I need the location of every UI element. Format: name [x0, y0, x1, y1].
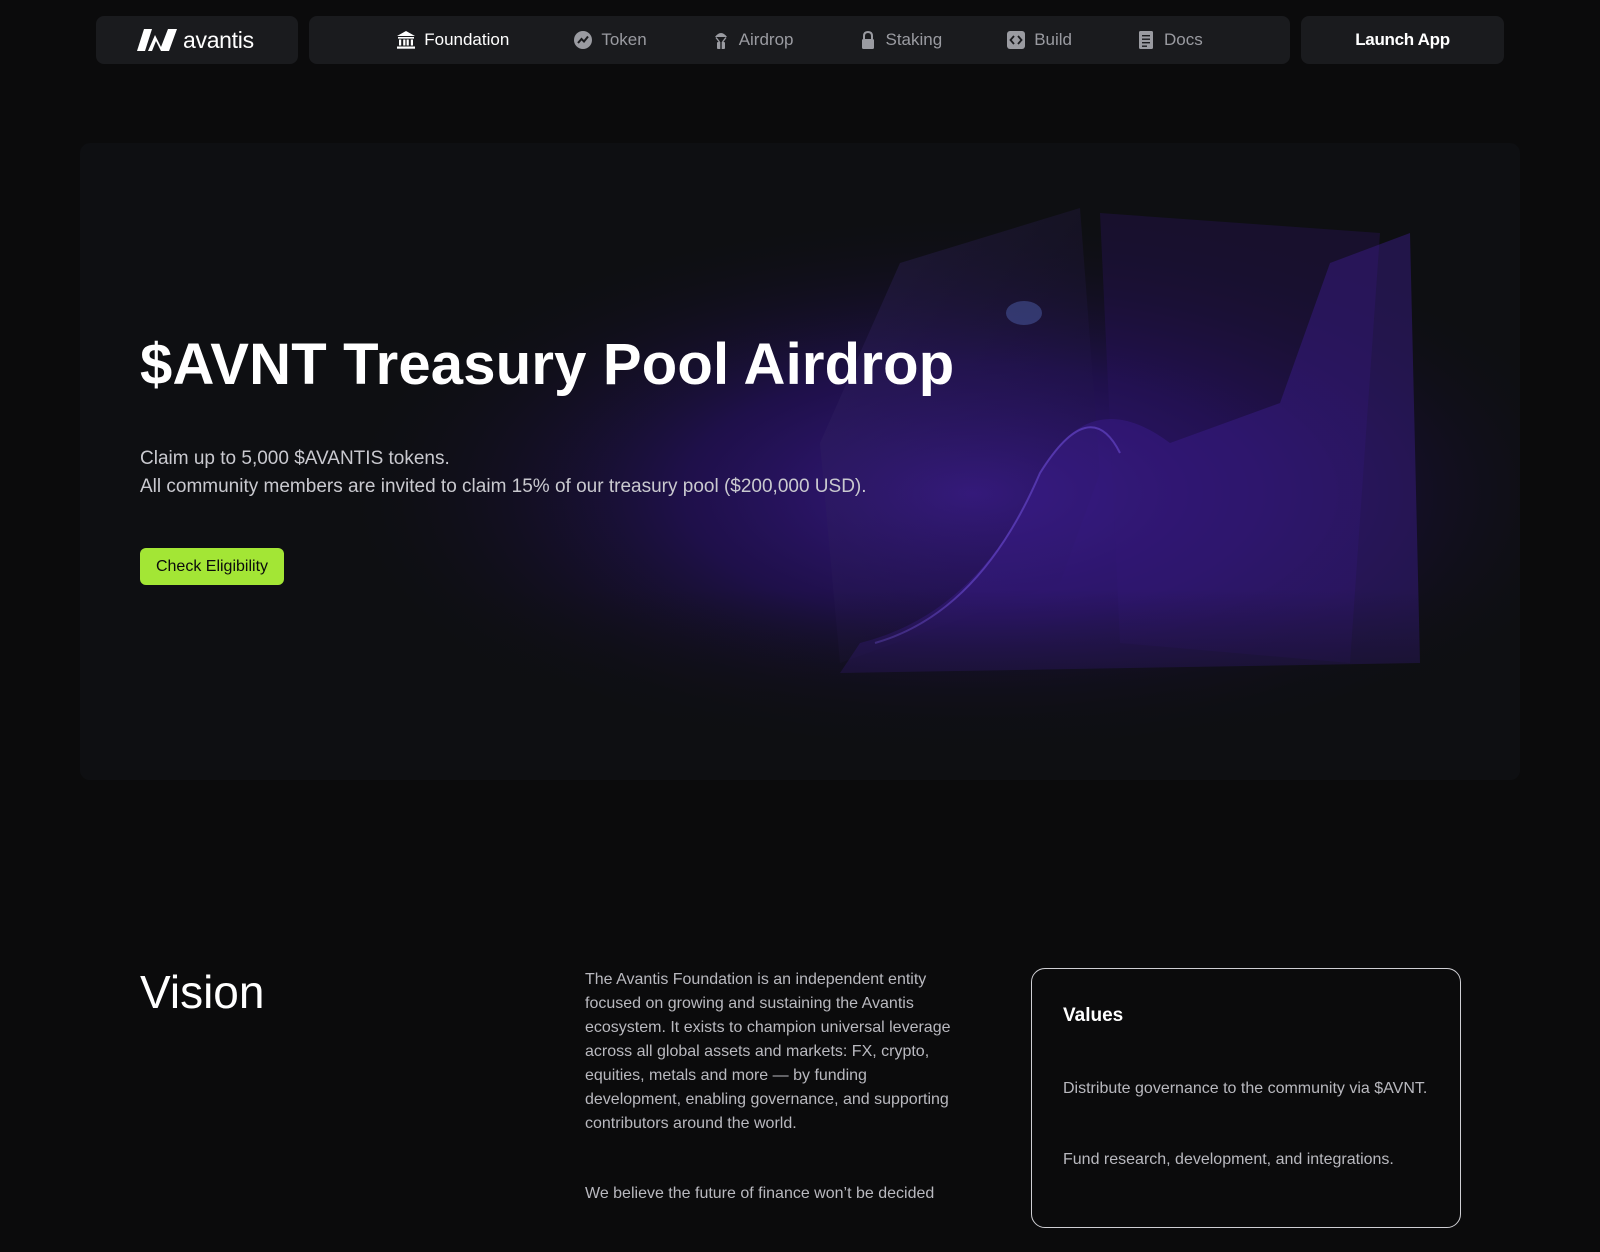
- nav-item-token[interactable]: Token: [541, 16, 678, 64]
- vision-text: The Avantis Foundation is an independent…: [585, 968, 965, 1252]
- hero-subtitle-line: All community members are invited to cla…: [140, 476, 867, 497]
- nav-item-foundation[interactable]: Foundation: [364, 16, 541, 64]
- nav-item-build[interactable]: Build: [974, 16, 1104, 64]
- main-menu: Foundation Token Airdrop Staking Build D…: [309, 16, 1290, 64]
- hero-banner: $AVNT Treasury Pool Airdrop Claim up to …: [80, 143, 1520, 780]
- nav-label: Docs: [1164, 30, 1203, 49]
- hero-subtitle: Claim up to 5,000 $AVANTIS tokens. All c…: [140, 445, 867, 501]
- bank-icon: [397, 31, 416, 49]
- lock-icon: [861, 30, 874, 49]
- nav-item-docs[interactable]: Docs: [1104, 16, 1235, 64]
- avantis-logo-icon: [137, 29, 177, 51]
- nav-item-staking[interactable]: Staking: [826, 16, 975, 64]
- nav-item-airdrop[interactable]: Airdrop: [679, 16, 826, 64]
- hero-title: $AVNT Treasury Pool Airdrop: [140, 332, 955, 397]
- token-chart-icon: [574, 31, 593, 49]
- nav-label: Build: [1034, 30, 1073, 49]
- vision-paragraph: We believe the future of finance won’t b…: [585, 1185, 935, 1202]
- airdrop-icon: [714, 33, 727, 49]
- values-item: Fund research, development, and integrat…: [1063, 1151, 1394, 1168]
- vision-heading: Vision: [140, 966, 265, 1018]
- vision-paragraph: The Avantis Foundation is an independent…: [585, 971, 951, 1132]
- code-icon: [1007, 31, 1026, 49]
- nav-label: Foundation: [424, 30, 510, 49]
- nav-label: Token: [601, 30, 647, 49]
- nav-label: Airdrop: [738, 30, 794, 49]
- brand-name: avantis: [183, 26, 254, 53]
- top-navigation: avantis Foundation Token Airdrop Staking…: [96, 16, 1504, 64]
- hero-subtitle-line: Claim up to 5,000 $AVANTIS tokens.: [140, 448, 450, 469]
- values-heading: Values: [1063, 1005, 1124, 1026]
- nav-label: Staking: [885, 30, 943, 49]
- document-icon: [1139, 31, 1154, 49]
- logo-link[interactable]: avantis: [96, 16, 298, 64]
- launch-app-button[interactable]: Launch App: [1301, 16, 1504, 64]
- values-card: Values Distribute governance to the comm…: [1031, 968, 1461, 1228]
- values-item: Distribute governance to the community v…: [1063, 1080, 1428, 1097]
- check-eligibility-button[interactable]: Check Eligibility: [140, 548, 284, 585]
